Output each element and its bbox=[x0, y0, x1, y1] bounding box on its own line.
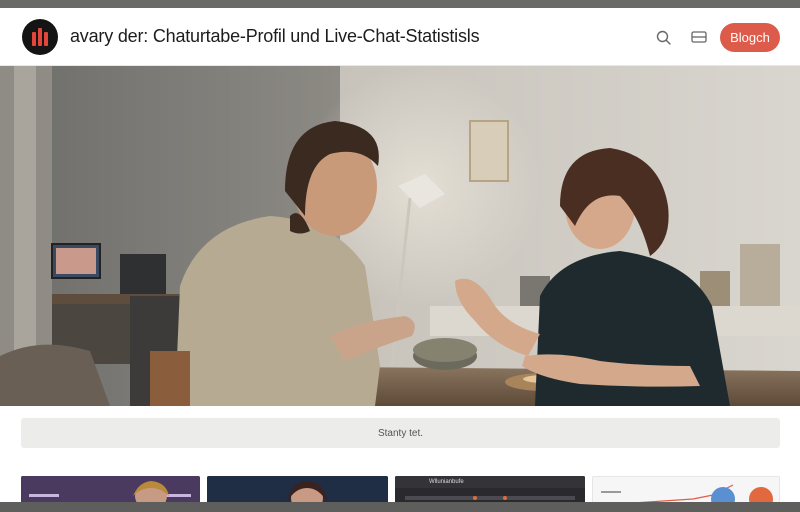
site-header: avary der: Chaturtabe-Profil und Live-Ch… bbox=[0, 8, 800, 66]
hero-image bbox=[0, 66, 800, 406]
browser-top-strip bbox=[0, 0, 800, 8]
logo-icon[interactable] bbox=[22, 19, 58, 55]
page: avary der: Chaturtabe-Profil und Live-Ch… bbox=[0, 0, 800, 512]
status-text: Stanty tet. bbox=[377, 427, 424, 439]
search-icon[interactable] bbox=[654, 28, 674, 48]
menu-icon[interactable] bbox=[690, 29, 708, 45]
card-label: Wllunianbufe bbox=[429, 479, 464, 485]
status-bar: Stanty tet. bbox=[21, 418, 780, 448]
blog-button[interactable]: Blogch bbox=[720, 23, 780, 52]
browser-bottom-strip bbox=[0, 502, 800, 512]
page-title: avary der: Chaturtabe-Profil und Live-Ch… bbox=[70, 26, 480, 46]
